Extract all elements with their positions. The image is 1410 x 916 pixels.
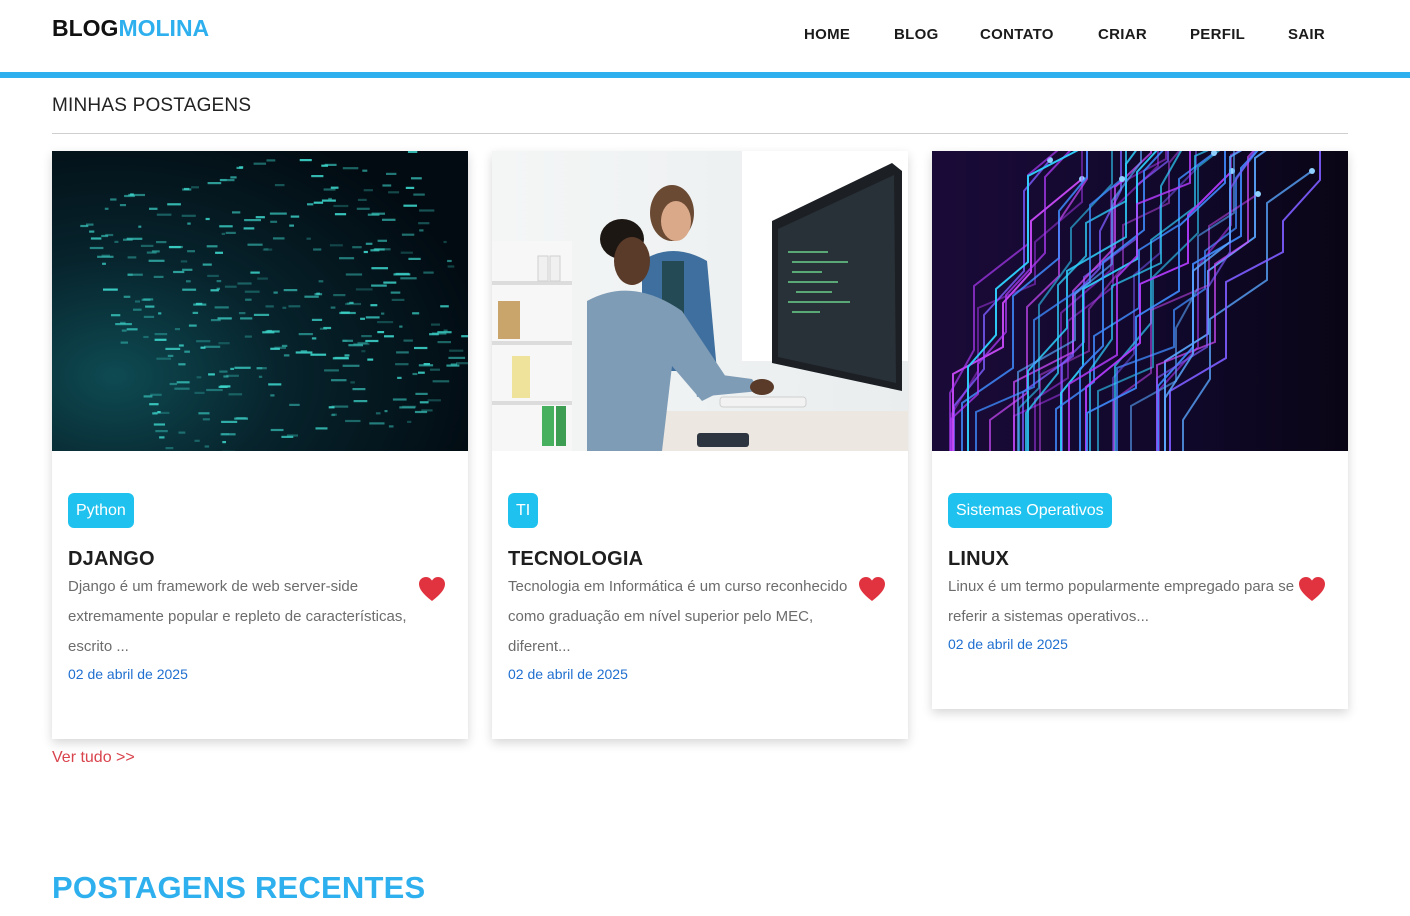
post-image-developers[interactable]: [492, 151, 908, 451]
post-image-digital-code[interactable]: [52, 151, 468, 451]
post-date: 02 de abril de 2025: [68, 666, 188, 682]
post-date: 02 de abril de 2025: [948, 636, 1068, 652]
nav-sair[interactable]: SAIR: [1288, 26, 1325, 43]
post-excerpt: Linux é um termo popularmente empregado …: [948, 578, 1295, 625]
main-nav: HOME BLOG CONTATO CRIAR PERFIL SAIR: [0, 26, 1410, 46]
post-title[interactable]: TECNOLOGIA: [508, 548, 643, 571]
post-title[interactable]: LINUX: [948, 548, 1009, 571]
post-date: 02 de abril de 2025: [508, 666, 628, 682]
nav-blog[interactable]: BLOG: [894, 26, 939, 43]
post-excerpt: Django é um framework de web server-side…: [68, 578, 407, 655]
heart-icon[interactable]: [1298, 576, 1326, 602]
section-title: MINHAS POSTAGENS: [52, 95, 252, 116]
heart-icon[interactable]: [858, 576, 886, 602]
post-tag-badge[interactable]: Sistemas Operativos: [948, 493, 1112, 528]
header-accent-bar: [0, 72, 1410, 78]
post-excerpt: Tecnologia em Informática é um curso rec…: [508, 578, 848, 655]
nav-perfil[interactable]: PERFIL: [1190, 26, 1245, 43]
see-all-link[interactable]: Ver tudo >>: [52, 749, 135, 767]
site-header: BLOGMOLINA HOME BLOG CONTATO CRIAR PERFI…: [0, 0, 1410, 72]
nav-contato[interactable]: CONTATO: [980, 26, 1054, 43]
recent-posts-title: POSTAGENS RECENTES: [52, 870, 426, 905]
post-tag-badge[interactable]: Python: [68, 493, 134, 528]
nav-criar[interactable]: CRIAR: [1098, 26, 1147, 43]
post-card[interactable]: Sistemas Operativos LINUX Linux é um ter…: [932, 151, 1348, 709]
post-card[interactable]: TI TECNOLOGIA Tecnologia em Informática …: [492, 151, 908, 739]
post-tag-badge[interactable]: TI: [508, 493, 539, 528]
heart-icon[interactable]: [418, 576, 446, 602]
section-divider: [52, 133, 1348, 134]
post-card[interactable]: Python DJANGO Django é um framework de w…: [52, 151, 468, 739]
nav-home[interactable]: HOME: [804, 26, 850, 43]
post-title[interactable]: DJANGO: [68, 548, 155, 571]
post-image-circuit-board[interactable]: [932, 151, 1348, 451]
